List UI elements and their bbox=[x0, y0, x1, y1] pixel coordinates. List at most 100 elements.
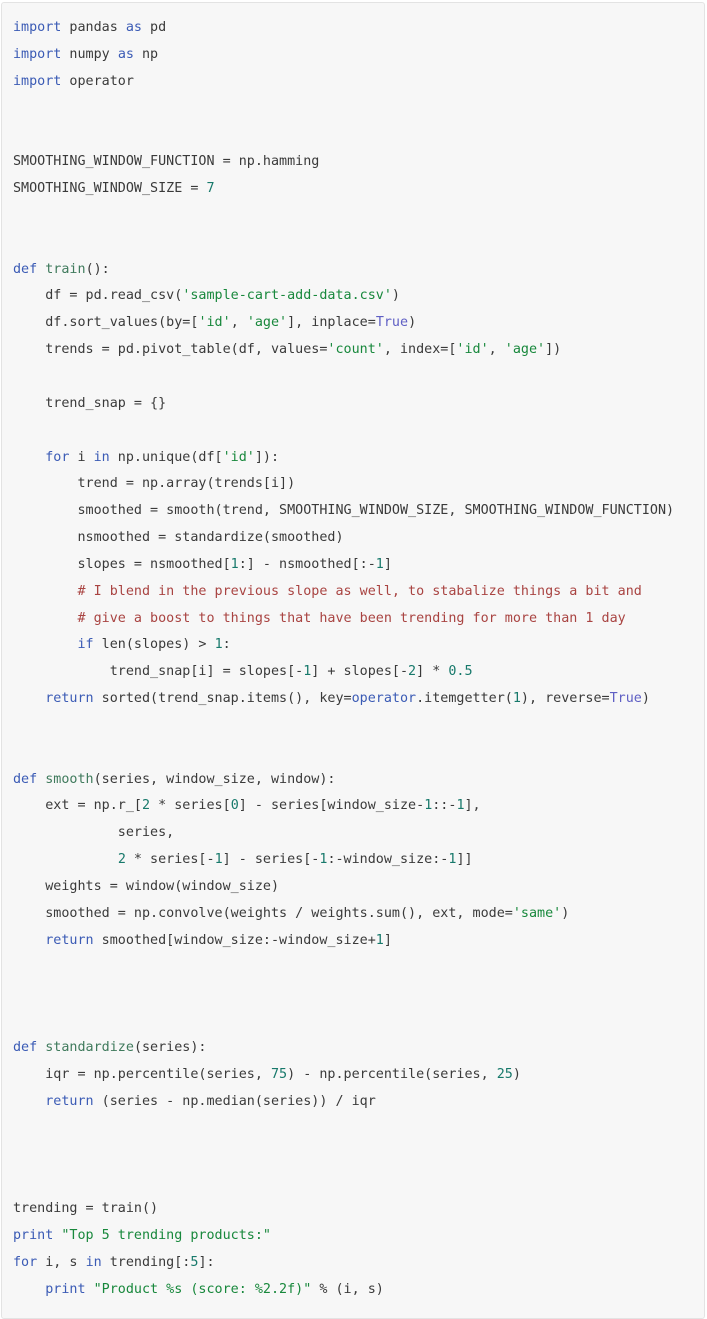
code-token: 1 bbox=[230, 556, 239, 572]
code-line: ext = np.r_[2 * series[0] - series[windo… bbox=[13, 798, 480, 814]
code-token: 25 bbox=[496, 1066, 513, 1082]
code-line: iqr = np.percentile(series, 75) - np.per… bbox=[13, 1067, 521, 1082]
code-token: smoothed = np.convolve(weights / weights… bbox=[13, 905, 513, 921]
code-line: SMOOTHING_WINDOW_SIZE = 7 bbox=[13, 181, 215, 196]
code-token: 0.5 bbox=[448, 664, 473, 680]
code-line: smoothed = smooth(trend, SMOOTHING_WINDO… bbox=[13, 503, 674, 518]
code-token: slopes = nsmoothed[ bbox=[13, 556, 231, 572]
code-token: ]: bbox=[198, 1254, 215, 1270]
code-line: df.sort_values(by=['id', 'age'], inplace… bbox=[13, 315, 416, 330]
code-token: ] * bbox=[416, 664, 449, 680]
code-token: 5 bbox=[190, 1254, 199, 1270]
code-line: nsmoothed = standardize(smoothed) bbox=[13, 530, 344, 546]
code-token: numpy bbox=[61, 46, 118, 62]
code-line: # I blend in the previous slope as well,… bbox=[13, 583, 642, 599]
code-token: operator bbox=[61, 73, 134, 89]
code-token: trend_snap = {} bbox=[13, 395, 167, 411]
code-line: print "Top 5 trending products:" bbox=[13, 1228, 271, 1243]
code-token: for bbox=[13, 1254, 38, 1270]
code-token: # I blend in the previous slope as well,… bbox=[13, 583, 642, 599]
code-token: :] - nsmoothed[:- bbox=[238, 556, 376, 572]
code-token: return bbox=[45, 691, 94, 707]
code-token: 'count' bbox=[327, 342, 384, 358]
code-token: np.unique(df[ bbox=[109, 449, 223, 465]
code-token: import bbox=[13, 20, 62, 35]
code-token: ]) bbox=[545, 342, 562, 358]
code-token: 'same' bbox=[512, 905, 562, 921]
code-token: if bbox=[77, 637, 94, 653]
source-code[interactable]: import pandas as pd import numpy as np i… bbox=[2, 15, 704, 1304]
code-token: 2 bbox=[142, 798, 151, 814]
code-token: 1 bbox=[375, 932, 384, 948]
code-line: trending = train() bbox=[13, 1201, 158, 1216]
code-line: trend_snap = {} bbox=[13, 396, 166, 411]
code-token: sorted(trend_snap.items(), key= bbox=[93, 691, 352, 707]
code-token: : bbox=[222, 637, 231, 653]
code-token: % (i, s) bbox=[311, 1281, 384, 1297]
code-token: in bbox=[85, 1254, 102, 1270]
code-token: pd bbox=[142, 20, 167, 35]
code-token: 75 bbox=[270, 1066, 288, 1082]
code-token: 2 bbox=[408, 664, 417, 680]
code-token: iqr = np.percentile(series, bbox=[13, 1066, 271, 1082]
code-token: df = pd.read_csv( bbox=[13, 288, 183, 304]
code-token: as bbox=[125, 20, 142, 35]
code-line: trend = np.array(trends[i]) bbox=[13, 476, 295, 491]
code-token: 1 bbox=[214, 852, 223, 868]
code-line: import numpy as np bbox=[13, 47, 158, 62]
code-token: ], inplace= bbox=[287, 315, 376, 331]
code-token: , index=[ bbox=[383, 342, 457, 358]
code-line: for i in np.unique(df['id']): bbox=[13, 450, 279, 465]
code-token: np bbox=[133, 46, 159, 62]
code-token: ) bbox=[561, 905, 570, 921]
code-token: 7 bbox=[206, 181, 215, 197]
code-line: def standardize(series): bbox=[13, 1040, 207, 1055]
code-token: , bbox=[230, 315, 247, 331]
code-token: 'id' bbox=[456, 342, 489, 358]
code-line: for i, s in trending[:5]: bbox=[13, 1255, 215, 1270]
code-token: SMOOTHING_WINDOW_SIZE = bbox=[13, 181, 207, 197]
code-token: len(slopes) > bbox=[93, 637, 215, 653]
code-line: smoothed = np.convolve(weights / weights… bbox=[13, 906, 569, 921]
code-token: 1 bbox=[512, 691, 521, 707]
code-token: smooth bbox=[45, 771, 94, 787]
code-token: print bbox=[13, 1227, 54, 1243]
code-token: standardize bbox=[45, 1040, 134, 1056]
code-token: 'age' bbox=[504, 342, 546, 358]
code-token: nsmoothed = standardize(smoothed) bbox=[13, 530, 344, 546]
code-token: ] - series[- bbox=[222, 852, 320, 868]
code-line: if len(slopes) > 1: bbox=[13, 637, 231, 652]
code-token: ext = np.r_[ bbox=[13, 798, 142, 814]
code-token: trend = np.array(trends[i]) bbox=[13, 476, 296, 492]
code-token: ) bbox=[641, 691, 650, 707]
code-token: smoothed[window_size:-window_size+ bbox=[93, 932, 376, 948]
code-token: ]): bbox=[254, 449, 280, 465]
code-line: series, bbox=[13, 825, 174, 840]
code-token: ) bbox=[512, 1066, 521, 1082]
code-token: weights = window(window_size) bbox=[13, 879, 280, 894]
code-token: smoothed = smooth(trend, SMOOTHING_WINDO… bbox=[13, 503, 675, 519]
code-token: , bbox=[488, 342, 505, 358]
code-token: 2 bbox=[117, 852, 126, 868]
code-token: 'id' bbox=[198, 315, 231, 331]
code-token: def bbox=[13, 1040, 38, 1056]
code-token: True bbox=[609, 691, 642, 707]
code-token: import bbox=[13, 73, 62, 89]
code-token: df.sort_values(by=[ bbox=[13, 315, 199, 331]
code-token: 1 bbox=[456, 798, 465, 814]
code-line: 2 * series[-1] - series[-1:-window_size:… bbox=[13, 852, 473, 867]
code-token: import bbox=[13, 46, 62, 62]
code-line: weights = window(window_size) bbox=[13, 879, 279, 894]
code-token: * series[ bbox=[150, 798, 231, 814]
code-token: def bbox=[13, 771, 38, 787]
code-block: import pandas as pd import numpy as np i… bbox=[1, 2, 705, 1319]
code-token: ] bbox=[383, 932, 392, 948]
code-token: (series): bbox=[133, 1040, 207, 1056]
code-line: return sorted(trend_snap.items(), key=op… bbox=[13, 691, 650, 706]
code-token: trending = train() bbox=[13, 1201, 159, 1217]
